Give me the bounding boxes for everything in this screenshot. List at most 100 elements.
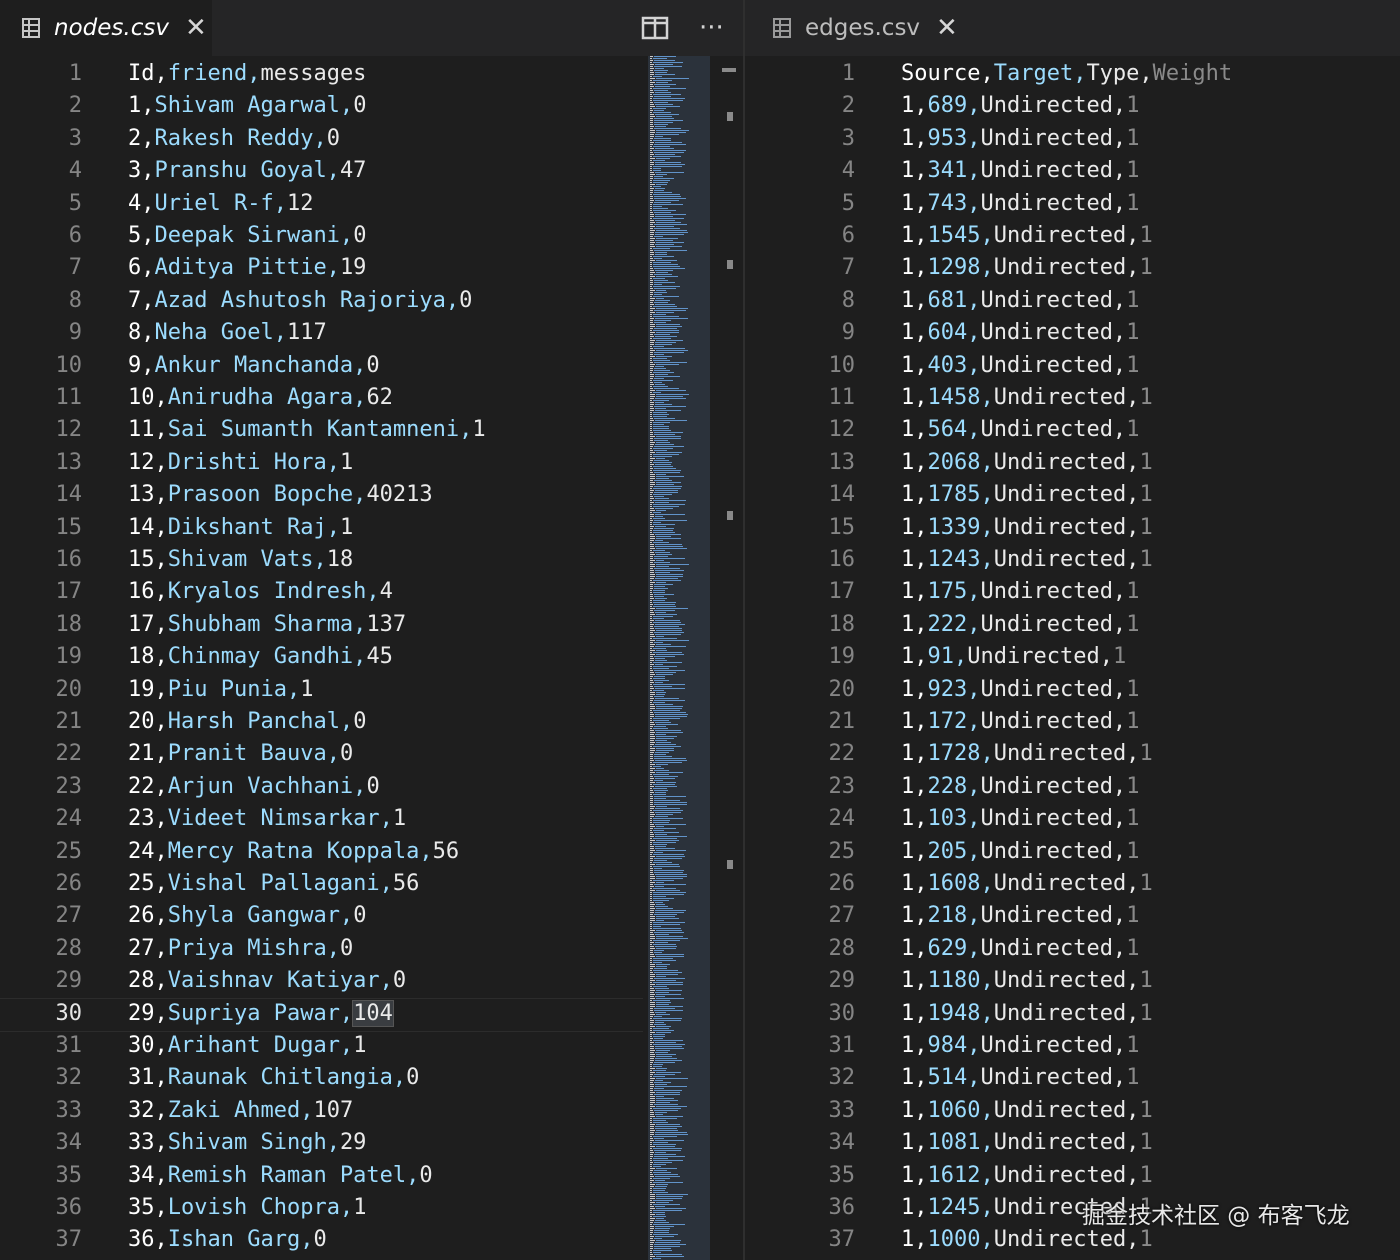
code-line[interactable]: 36 35,Lovish Chopra,1 bbox=[0, 1192, 648, 1224]
code-line[interactable]: 30 1,1948,Undirected,1 bbox=[745, 998, 1400, 1030]
tab-nodes-csv[interactable]: nodes.csv ✕ bbox=[0, 0, 212, 56]
code-line[interactable]: 6 1,1545,Undirected,1 bbox=[745, 220, 1400, 252]
edges-csv-editor[interactable]: 1 Source,Target,Type,Weight 2 1,689,Undirec… bbox=[745, 56, 1400, 1260]
code-line[interactable]: 35 34,Remish Raman Patel,0 bbox=[0, 1160, 648, 1192]
code-line[interactable]: 23 1,228,Undirected,1 bbox=[745, 771, 1400, 803]
code-line[interactable]: 12 1,564,Undirected,1 bbox=[745, 414, 1400, 446]
code-line[interactable]: 5 4,Uriel R-f,12 bbox=[0, 188, 648, 220]
code-line[interactable]: 25 24,Mercy Ratna Koppala,56 bbox=[0, 836, 648, 868]
code-line[interactable]: 34 33,Shivam Singh,29 bbox=[0, 1127, 648, 1159]
csv-column-2: 205, bbox=[927, 838, 981, 864]
code-line[interactable]: 25 1,205,Undirected,1 bbox=[745, 836, 1400, 868]
code-line[interactable]: 2 1,Shivam Agarwal,0 bbox=[0, 90, 648, 122]
tab-edges-csv[interactable]: edges.csv ✕ bbox=[745, 0, 965, 56]
csv-column-4: 1 bbox=[1126, 1033, 1140, 1058]
code-line[interactable]: 4 3,Pranshu Goyal,47 bbox=[0, 155, 648, 187]
csv-column-1: 29, bbox=[128, 1000, 168, 1026]
split-editor-icon[interactable] bbox=[641, 16, 669, 40]
code-line[interactable]: 30 29,Supriya Pawar,104 bbox=[0, 998, 648, 1030]
code-line[interactable]: 12 11,Sai Sumanth Kantamneni,1 bbox=[0, 414, 648, 446]
code-line[interactable]: 14 13,Prasoon Bopche,40213 bbox=[0, 479, 648, 511]
csv-column-4: 1 bbox=[1139, 449, 1153, 475]
csv-column-2: Harsh Panchal, bbox=[167, 709, 354, 734]
code-line[interactable]: 3 1,953,Undirected,1 bbox=[745, 123, 1400, 155]
code-line[interactable]: 20 1,923,Undirected,1 bbox=[745, 674, 1400, 706]
code-line[interactable]: 7 6,Aditya Pittie,19 bbox=[0, 252, 648, 284]
csv-column-4: 1 bbox=[1139, 741, 1153, 767]
code-line[interactable]: 1 Source,Target,Type,Weight bbox=[745, 58, 1400, 90]
line-number: 37 bbox=[828, 1227, 856, 1253]
code-line[interactable]: 14 1,1785,Undirected,1 bbox=[745, 479, 1400, 511]
code-line[interactable]: 35 1,1612,Undirected,1 bbox=[745, 1160, 1400, 1192]
line-number: 15 bbox=[828, 514, 856, 540]
more-actions-icon[interactable]: ··· bbox=[699, 13, 724, 43]
code-line[interactable]: 7 1,1298,Undirected,1 bbox=[745, 252, 1400, 284]
code-line[interactable]: 9 8,Neha Goel,117 bbox=[0, 317, 648, 349]
code-line[interactable]: 11 10,Anirudha Agara,62 bbox=[0, 382, 648, 414]
close-icon[interactable]: ✕ bbox=[185, 13, 207, 43]
code-line[interactable]: 32 1,514,Undirected,1 bbox=[745, 1062, 1400, 1094]
code-line[interactable]: 16 15,Shivam Vats,18 bbox=[0, 544, 648, 576]
code-line[interactable]: 15 1,1339,Undirected,1 bbox=[745, 512, 1400, 544]
close-icon[interactable]: ✕ bbox=[936, 13, 958, 43]
code-line[interactable]: 37 36,Ishan Garg,0 bbox=[0, 1224, 648, 1256]
line-text: 1,1785,Undirected,1 bbox=[901, 479, 1153, 511]
code-line[interactable]: 28 1,629,Undirected,1 bbox=[745, 933, 1400, 965]
code-line[interactable]: 20 19,Piu Punia,1 bbox=[0, 674, 648, 706]
code-line[interactable]: 16 1,1243,Undirected,1 bbox=[745, 544, 1400, 576]
code-line[interactable]: 29 1,1180,Undirected,1 bbox=[745, 965, 1400, 997]
code-line[interactable]: 29 28,Vaishnav Katiyar,0 bbox=[0, 965, 648, 997]
code-line[interactable]: 34 1,1081,Undirected,1 bbox=[745, 1127, 1400, 1159]
code-line[interactable]: 13 1,2068,Undirected,1 bbox=[745, 447, 1400, 479]
code-line[interactable]: 8 7,Azad Ashutosh Rajoriya,0 bbox=[0, 285, 648, 317]
code-line[interactable]: 1 Id,friend,messages bbox=[0, 58, 648, 90]
line-text: 23,Videet Nimsarkar,1 bbox=[128, 803, 406, 835]
code-line[interactable]: 21 20,Harsh Panchal,0 bbox=[0, 706, 648, 738]
code-line[interactable]: 23 22,Arjun Vachhani,0 bbox=[0, 771, 648, 803]
code-line[interactable]: 22 21,Pranit Bauva,0 bbox=[0, 738, 648, 770]
code-line[interactable]: 17 1,175,Undirected,1 bbox=[745, 576, 1400, 608]
code-line[interactable]: 13 12,Drishti Hora,1 bbox=[0, 447, 648, 479]
code-line[interactable]: 2 1,689,Undirected,1 bbox=[745, 90, 1400, 122]
code-line[interactable]: 4 1,341,Undirected,1 bbox=[745, 155, 1400, 187]
code-line[interactable]: 22 1,1728,Undirected,1 bbox=[745, 738, 1400, 770]
vertical-scrollbar[interactable] bbox=[716, 56, 743, 1260]
csv-column-2: 1785, bbox=[927, 482, 994, 508]
code-line[interactable]: 26 1,1608,Undirected,1 bbox=[745, 868, 1400, 900]
code-line[interactable]: 10 9,Ankur Manchanda,0 bbox=[0, 350, 648, 382]
csv-column-1: 1, bbox=[901, 741, 928, 767]
code-line[interactable]: 21 1,172,Undirected,1 bbox=[745, 706, 1400, 738]
code-line[interactable]: 27 26,Shyla Gangwar,0 bbox=[0, 900, 648, 932]
line-number: 9 bbox=[841, 320, 855, 346]
code-line[interactable]: 24 23,Videet Nimsarkar,1 bbox=[0, 803, 648, 835]
code-line[interactable]: 19 1,91,Undirected,1 bbox=[745, 641, 1400, 673]
code-line[interactable]: 11 1,1458,Undirected,1 bbox=[745, 382, 1400, 414]
code-line[interactable]: 9 1,604,Undirected,1 bbox=[745, 317, 1400, 349]
code-line[interactable]: 8 1,681,Undirected,1 bbox=[745, 285, 1400, 317]
code-line[interactable]: 31 30,Arihant Dugar,1 bbox=[0, 1030, 648, 1062]
code-line[interactable]: 28 27,Priya Mishra,0 bbox=[0, 933, 648, 965]
code-line[interactable]: 5 1,743,Undirected,1 bbox=[745, 188, 1400, 220]
code-line[interactable]: 32 31,Raunak Chitlangia,0 bbox=[0, 1062, 648, 1094]
code-line[interactable]: 18 17,Shubham Sharma,137 bbox=[0, 609, 648, 641]
minimap[interactable] bbox=[648, 56, 710, 1260]
code-line[interactable]: 18 1,222,Undirected,1 bbox=[745, 609, 1400, 641]
csv-column-1: 6, bbox=[128, 255, 155, 281]
code-line[interactable]: 24 1,103,Undirected,1 bbox=[745, 803, 1400, 835]
code-line[interactable]: 15 14,Dikshant Raj,1 bbox=[0, 512, 648, 544]
code-line[interactable]: 10 1,403,Undirected,1 bbox=[745, 350, 1400, 382]
code-line[interactable]: 27 1,218,Undirected,1 bbox=[745, 900, 1400, 932]
code-line[interactable]: 31 1,984,Undirected,1 bbox=[745, 1030, 1400, 1062]
line-number: 8 bbox=[68, 287, 82, 313]
code-line[interactable]: 19 18,Chinmay Gandhi,45 bbox=[0, 641, 648, 673]
code-line[interactable]: 3 2,Rakesh Reddy,0 bbox=[0, 123, 648, 155]
overview-ruler-marker bbox=[727, 511, 733, 520]
code-line[interactable]: 6 5,Deepak Sirwani,0 bbox=[0, 220, 648, 252]
csv-column-3: Undirected, bbox=[980, 93, 1127, 119]
code-line[interactable]: 33 32,Zaki Ahmed,107 bbox=[0, 1095, 648, 1127]
nodes-csv-editor[interactable]: 1 Id,friend,messages 2 1,Shivam Agarwal,0 3 2… bbox=[0, 56, 743, 1260]
code-line[interactable]: 17 16,Kryalos Indresh,4 bbox=[0, 576, 648, 608]
line-text: 1,341,Undirected,1 bbox=[901, 155, 1139, 187]
code-line[interactable]: 33 1,1060,Undirected,1 bbox=[745, 1095, 1400, 1127]
code-line[interactable]: 26 25,Vishal Pallagani,56 bbox=[0, 868, 648, 900]
